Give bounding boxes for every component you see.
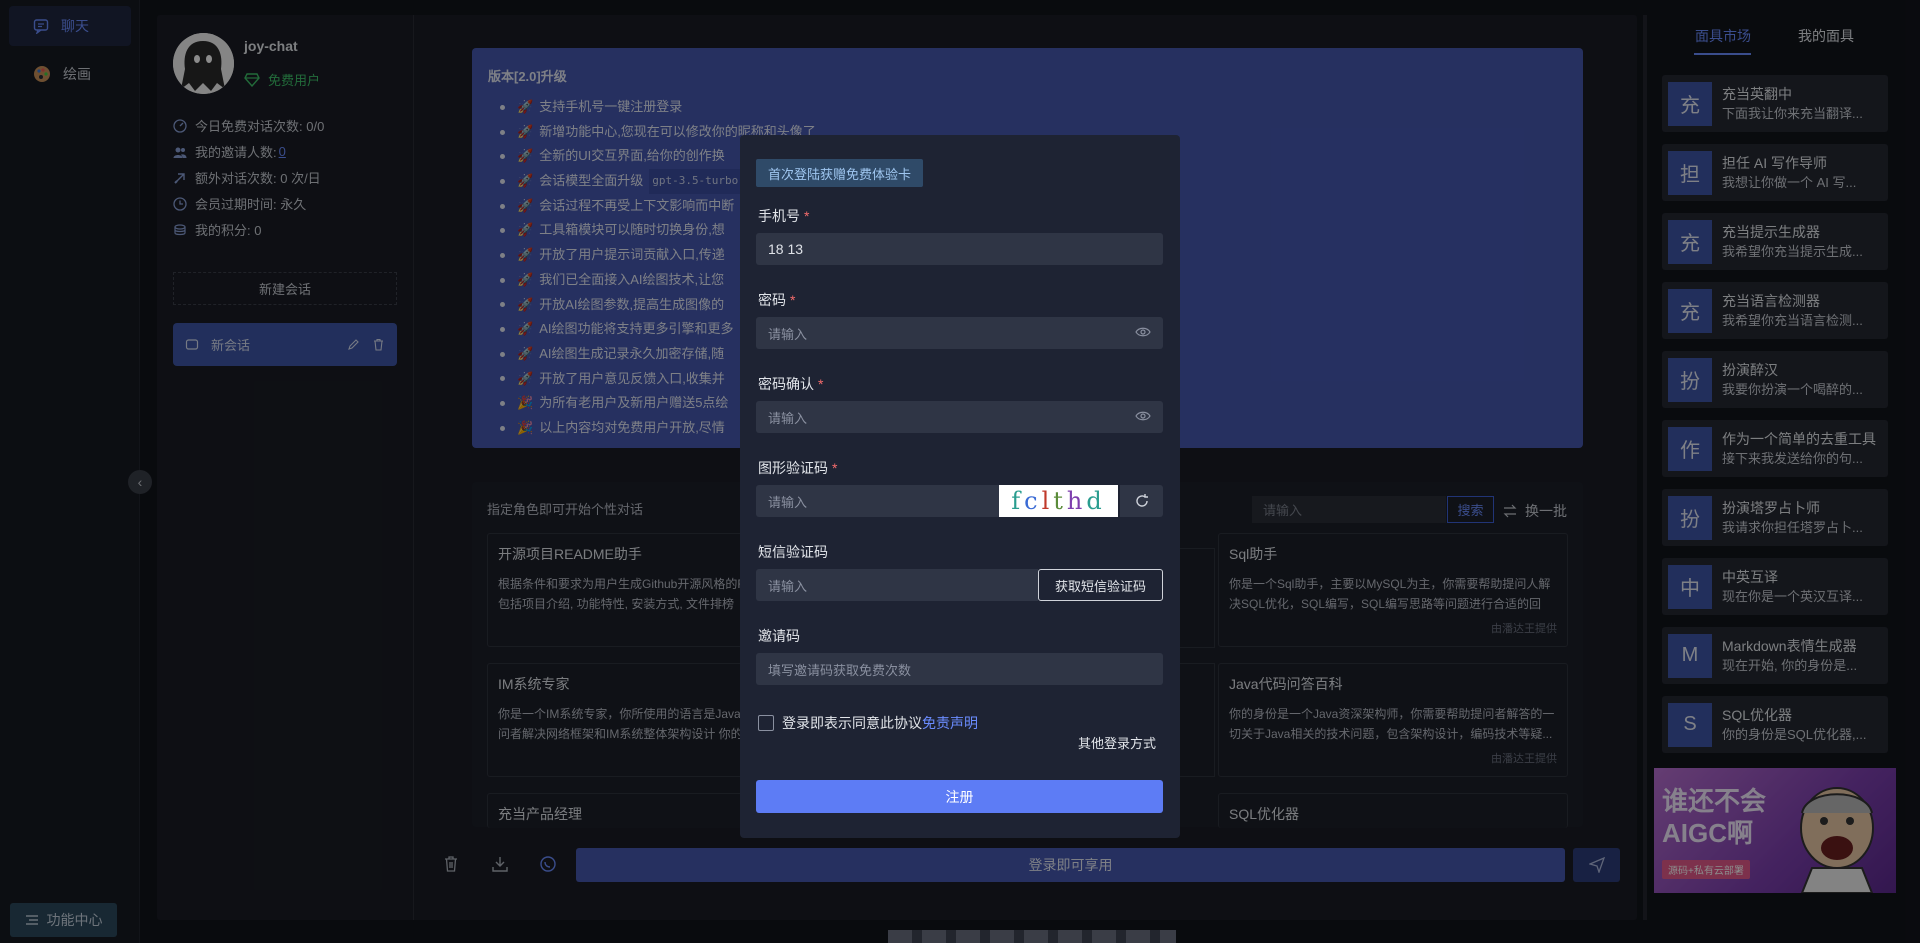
- captcha-code: fclthd: [1011, 487, 1106, 515]
- captcha-char: f: [1011, 487, 1025, 515]
- phone-label: 手机号 *: [758, 208, 810, 224]
- confirm-placeholder: 请输入: [768, 410, 808, 426]
- footer-blurred: [888, 930, 1176, 943]
- password-input[interactable]: 请输入: [756, 317, 1163, 349]
- password-label-text: 密码: [758, 292, 786, 308]
- register-button[interactable]: 注册: [756, 780, 1163, 813]
- sms-code-input[interactable]: 请输入: [756, 569, 1038, 601]
- captcha-char: l: [1041, 487, 1054, 515]
- password-label: 密码 *: [758, 292, 796, 308]
- other-login-link[interactable]: 其他登录方式: [1078, 733, 1156, 752]
- password-placeholder: 请输入: [768, 326, 808, 342]
- confirm-password-label: 密码确认 *: [758, 376, 824, 392]
- agree-text: 登录即表示同意此协议免责声明: [782, 713, 978, 733]
- confirm-password-input[interactable]: 请输入: [756, 401, 1163, 433]
- refresh-icon[interactable]: [1120, 485, 1163, 517]
- phone-input[interactable]: 18 13: [756, 233, 1163, 265]
- disclaimer-link[interactable]: 免责声明: [922, 715, 978, 731]
- captcha-char: d: [1086, 487, 1106, 515]
- captcha-char: c: [1024, 487, 1042, 515]
- agree-text-label: 登录即表示同意此协议: [782, 715, 922, 731]
- captcha-char: h: [1066, 487, 1087, 515]
- promo-badge: 首次登陆获赠免费体验卡: [756, 159, 923, 187]
- eye-icon[interactable]: [1135, 325, 1151, 342]
- confirm-label-text: 密码确认: [758, 376, 814, 392]
- sms-label: 短信验证码: [758, 544, 828, 560]
- phone-label-text: 手机号: [758, 208, 800, 224]
- captcha-char: t: [1053, 487, 1067, 515]
- captcha-image[interactable]: fclthd: [999, 485, 1118, 517]
- get-sms-code-button[interactable]: 获取短信验证码: [1038, 569, 1163, 601]
- agree-checkbox[interactable]: [758, 715, 774, 731]
- captcha-input[interactable]: 请输入: [756, 485, 999, 517]
- eye-icon[interactable]: [1135, 409, 1151, 426]
- agreement-row: 登录即表示同意此协议免责声明: [758, 713, 978, 733]
- captcha-label: 图形验证码 *: [758, 460, 838, 476]
- captcha-label-text: 图形验证码: [758, 460, 828, 476]
- invite-label: 邀请码: [758, 628, 800, 644]
- invite-code-input[interactable]: 填写邀请码获取免费次数: [756, 653, 1163, 685]
